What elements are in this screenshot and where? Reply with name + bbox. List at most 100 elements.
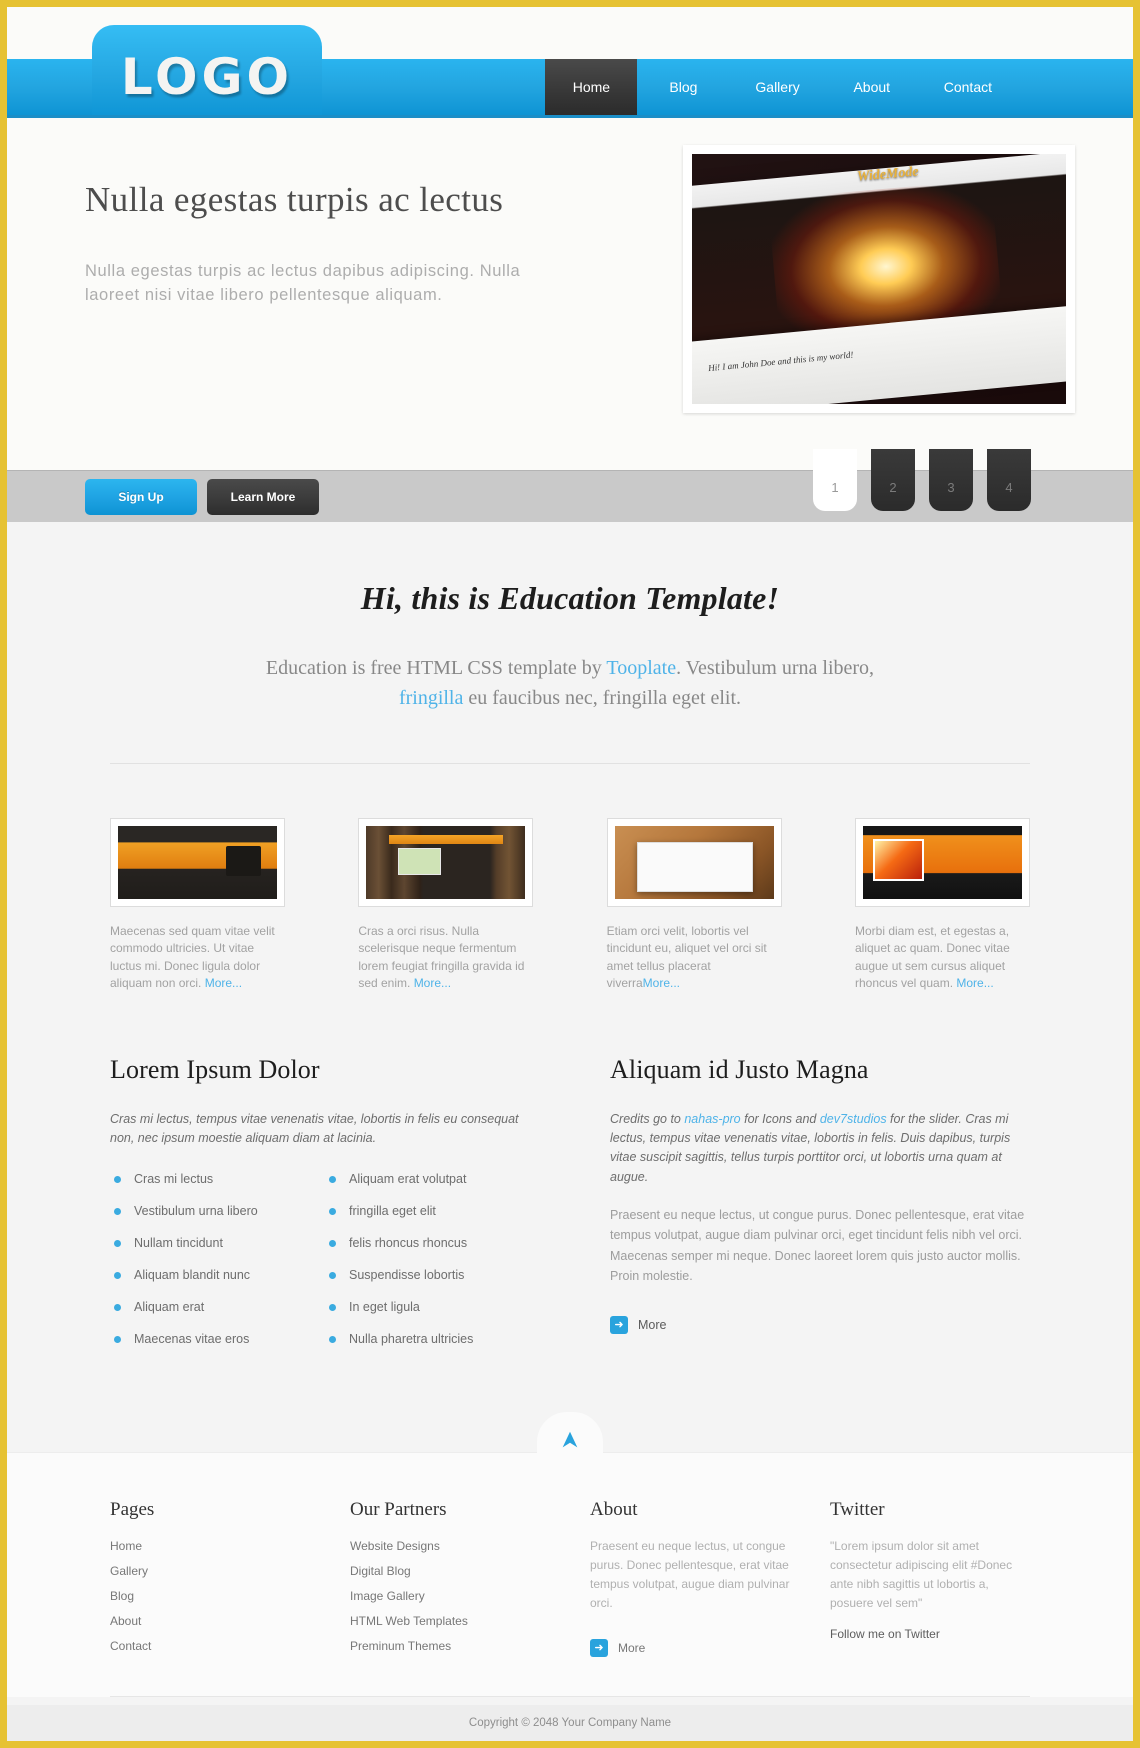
- aliquam-more-link[interactable]: ➜ More: [610, 1316, 1030, 1335]
- feature-card[interactable]: Morbi diam est, et egestas a, aliquet ac…: [854, 818, 1030, 993]
- content-columns: Lorem Ipsum Dolor Cras mi lectus, tempus…: [110, 993, 1030, 1365]
- nahas-pro-link[interactable]: nahas-pro: [684, 1112, 740, 1126]
- footer-partners-list: Website Designs Digital Blog Image Galle…: [350, 1537, 550, 1655]
- lorem-list-a: Cras mi lectus Vestibulum urna libero Nu…: [110, 1172, 285, 1364]
- card-body: Etiam orci velit, lobortis vel tincidunt…: [606, 924, 767, 991]
- footer-about-more-link[interactable]: ➜ More: [590, 1639, 790, 1658]
- card-text: Cras a orci risus. Nulla scelerisque neq…: [358, 923, 533, 993]
- nav-item-gallery[interactable]: Gallery: [729, 59, 825, 115]
- list-item[interactable]: felis rhoncus rhoncus: [325, 1236, 500, 1250]
- learn-more-button[interactable]: Learn More: [207, 479, 319, 515]
- footer-twitter-title: Twitter: [830, 1499, 885, 1521]
- footer-link-about[interactable]: About: [110, 1614, 141, 1628]
- lorem-ipsum-column: Lorem Ipsum Dolor Cras mi lectus, tempus…: [110, 1055, 530, 1365]
- nav-items: Home Blog Gallery About Contact: [545, 59, 1018, 115]
- nav-item-contact[interactable]: Contact: [918, 59, 1018, 115]
- list-item[interactable]: Aliquam blandit nunc: [110, 1268, 285, 1282]
- card-body: Maecenas sed quam vitae velit commodo ul…: [110, 924, 275, 991]
- footer-divider: [110, 1696, 1030, 1698]
- card-more-link[interactable]: More...: [205, 976, 242, 990]
- card-more-link[interactable]: More...: [643, 976, 680, 990]
- card-image-frame[interactable]: [358, 818, 534, 907]
- nav-item-about[interactable]: About: [826, 59, 918, 115]
- list-item[interactable]: fringilla eget elit: [325, 1204, 500, 1218]
- footer-partners-title: Our Partners: [350, 1499, 447, 1521]
- follow-twitter-link[interactable]: Follow me on Twitter: [830, 1627, 940, 1641]
- logo[interactable]: LOGO: [92, 25, 322, 115]
- credits-paragraph: Credits go to nahas-pro for Icons and de…: [610, 1110, 1030, 1188]
- go-top-button[interactable]: [537, 1412, 603, 1469]
- footer-pages-column: Pages Home Gallery Blog About Contact: [110, 1499, 310, 1662]
- slider-pager-1[interactable]: 1: [813, 449, 857, 511]
- list-item[interactable]: Nullam tincidunt: [110, 1236, 285, 1250]
- aliquam-body: Praesent eu neque lectus, ut congue puru…: [610, 1208, 1025, 1283]
- lorem-list-b: Aliquam erat volutpat fringilla eget eli…: [325, 1172, 500, 1364]
- arrow-up-icon: [562, 1432, 578, 1448]
- list-item[interactable]: Maecenas vitae eros: [110, 1332, 285, 1346]
- list-item: Blog: [110, 1587, 310, 1605]
- footer-link-image-gallery[interactable]: Image Gallery: [350, 1589, 425, 1603]
- footer-link-website-designs[interactable]: Website Designs: [350, 1539, 440, 1553]
- card-more-link[interactable]: More...: [956, 976, 993, 990]
- signup-button[interactable]: Sign Up: [85, 479, 197, 515]
- feature-card[interactable]: Cras a orci risus. Nulla scelerisque neq…: [358, 818, 534, 993]
- list-item: Gallery: [110, 1562, 310, 1580]
- feature-card[interactable]: Etiam orci velit, lobortis vel tincidunt…: [606, 818, 782, 993]
- footer-link-contact[interactable]: Contact: [110, 1639, 151, 1653]
- footer-link-home[interactable]: Home: [110, 1539, 142, 1553]
- orange-site-thumbnail-icon: [862, 826, 1022, 899]
- slider-pager-3[interactable]: 3: [929, 449, 973, 511]
- footer-link-gallery[interactable]: Gallery: [110, 1564, 148, 1578]
- hero-image: WideMode Hi! I am John Doe and this is m…: [692, 154, 1066, 404]
- hero-slider: Nulla egestas turpis ac lectus Nulla ege…: [7, 118, 1133, 470]
- footer-link-html-web-templates[interactable]: HTML Web Templates: [350, 1614, 468, 1628]
- page-frame: Home Blog Gallery About Contact LOGO Nul…: [0, 0, 1140, 1748]
- list-item: Image Gallery: [350, 1587, 550, 1605]
- footer-link-preminum-themes[interactable]: Preminum Themes: [350, 1639, 451, 1653]
- site-header: Home Blog Gallery About Contact LOGO: [7, 7, 1133, 118]
- card-image-frame[interactable]: [854, 818, 1030, 907]
- browser-site-thumbnail-icon: [614, 826, 774, 899]
- list-item[interactable]: Nulla pharetra ultricies: [325, 1332, 500, 1346]
- list-item[interactable]: Suspendisse lobortis: [325, 1268, 500, 1282]
- list-item: Preminum Themes: [350, 1637, 550, 1655]
- aliquam-column: Aliquam id Justo Magna Credits go to nah…: [610, 1055, 1030, 1365]
- card-text: Maecenas sed quam vitae velit commodo ul…: [110, 923, 285, 993]
- footer-twitter-quote: "Lorem ipsum dolor sit amet consectetur …: [830, 1539, 1013, 1611]
- dev7studios-link[interactable]: dev7studios: [820, 1112, 887, 1126]
- nav-item-home[interactable]: Home: [545, 59, 638, 115]
- card-text: Morbi diam est, et egestas a, aliquet ac…: [855, 923, 1030, 993]
- nav-item-blog[interactable]: Blog: [637, 59, 729, 115]
- list-item[interactable]: Aliquam erat: [110, 1300, 285, 1314]
- card-image-frame[interactable]: [606, 818, 782, 907]
- footer-about-column: About Praesent eu neque lectus, ut congu…: [590, 1499, 790, 1662]
- arrow-right-icon: ➜: [590, 1639, 608, 1658]
- intro-text-3: eu faucibus nec, fringilla eget elit.: [463, 687, 742, 709]
- list-item[interactable]: Vestibulum urna libero: [110, 1204, 285, 1218]
- list-item[interactable]: In eget ligula: [325, 1300, 500, 1314]
- slider-pager-4[interactable]: 4: [987, 449, 1031, 511]
- feature-card[interactable]: Maecenas sed quam vitae velit commodo ul…: [110, 818, 285, 993]
- slider-control-bar: Sign Up Learn More 1 2 3 4: [7, 449, 1133, 522]
- credits-text-1: Credits go to: [610, 1111, 685, 1126]
- intro-text-1: Education is free HTML CSS template by: [265, 657, 607, 679]
- hero-title: Nulla egestas turpis ac lectus: [85, 180, 504, 219]
- fringilla-link[interactable]: fringilla: [399, 687, 463, 709]
- slider-pager-2[interactable]: 2: [871, 449, 915, 511]
- footer-twitter-column: Twitter "Lorem ipsum dolor sit amet cons…: [830, 1499, 1030, 1662]
- footer-link-digital-blog[interactable]: Digital Blog: [350, 1564, 411, 1578]
- footer-partners-column: Our Partners Website Designs Digital Blo…: [350, 1499, 550, 1662]
- list-item[interactable]: Aliquam erat volutpat: [325, 1172, 500, 1186]
- card-image-frame[interactable]: [110, 818, 285, 907]
- hero-image-caption: Hi! I am John Doe and this is my world!: [707, 348, 854, 373]
- card-more-link[interactable]: More...: [414, 976, 451, 990]
- go-top-wrapper: [7, 1412, 1133, 1469]
- hero-description: Nulla egestas turpis ac lectus dapibus a…: [85, 261, 521, 305]
- footer-link-blog[interactable]: Blog: [110, 1589, 134, 1603]
- aliquam-more-label: More: [638, 1318, 667, 1333]
- tooplate-link[interactable]: Tooplate: [606, 657, 676, 679]
- list-item[interactable]: Cras mi lectus: [110, 1172, 285, 1186]
- arrow-right-icon: ➜: [610, 1316, 628, 1335]
- list-item: HTML Web Templates: [350, 1612, 550, 1630]
- list-item: Contact: [110, 1637, 310, 1655]
